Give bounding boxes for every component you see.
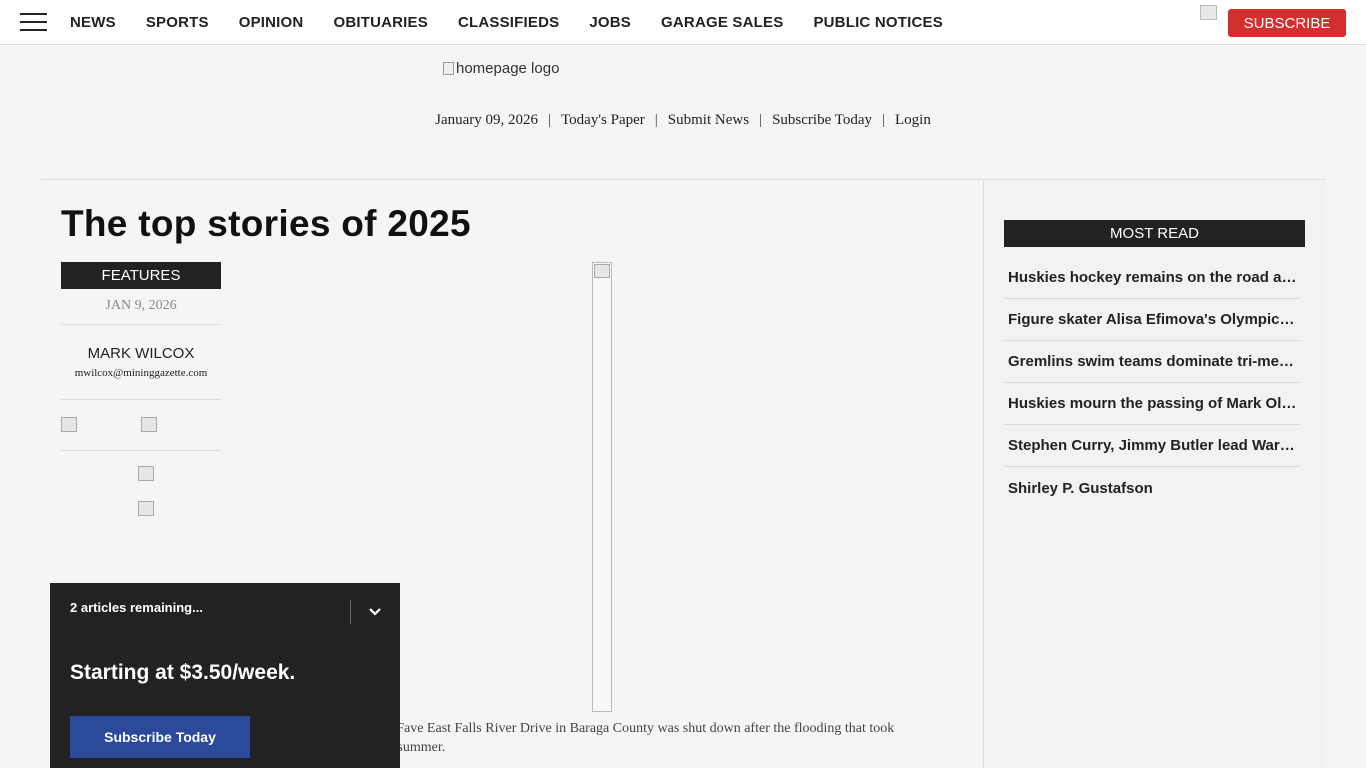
nav-classifieds[interactable]: CLASSIFIEDS (443, 14, 574, 31)
top-nav: NEWS SPORTS OPINION OBITUARIES CLASSIFIE… (0, 0, 1366, 45)
nav-links: NEWS SPORTS OPINION OBITUARIES CLASSIFIE… (55, 0, 958, 45)
paywall-subscribe-button[interactable]: Subscribe Today (70, 716, 250, 758)
most-read-header: MOST READ (1004, 220, 1305, 247)
divider (61, 324, 221, 325)
nav-garage-sales[interactable]: GARAGE SALES (646, 14, 798, 31)
nav-news[interactable]: NEWS (55, 14, 131, 31)
logo-alt-text: homepage logo (456, 60, 560, 77)
paywall-price: Starting at $3.50/week. (70, 661, 296, 684)
most-read-item[interactable]: Huskies hockey remains on the road after… (1004, 257, 1301, 299)
most-read-item[interactable]: Huskies mourn the passing of Mark Olson.… (1004, 383, 1301, 425)
nav-jobs[interactable]: JOBS (574, 14, 646, 31)
subscribe-button[interactable]: SUBSCRIBE (1228, 9, 1346, 37)
author-email[interactable]: mwilcox@mininggazette.com (61, 367, 221, 379)
most-read-item[interactable]: Gremlins swim teams dominate tri-meet... (1004, 341, 1301, 383)
paywall-box: 2 articles remaining... Starting at $3.5… (50, 583, 400, 768)
nav-obituaries[interactable]: OBITUARIES (318, 14, 443, 31)
articles-remaining: 2 articles remaining... (70, 600, 203, 615)
share-print-icon[interactable] (138, 501, 154, 516)
chevron-down-icon[interactable] (366, 603, 384, 621)
article-headline: The top stories of 2025 (61, 203, 471, 244)
article-date: JAN 9, 2026 (105, 298, 177, 313)
divider (61, 399, 221, 400)
utility-bar: January 09, 2026 | Today's Paper | Submit Ne… (435, 112, 931, 128)
broken-image-icon (443, 62, 454, 75)
nav-public-notices[interactable]: PUBLIC NOTICES (798, 14, 957, 31)
nav-sports[interactable]: SPORTS (131, 14, 224, 31)
broken-image-icon (594, 264, 610, 278)
article-image[interactable] (592, 262, 612, 712)
section-tag[interactable]: FEATURES (61, 262, 221, 289)
most-read-list: Huskies hockey remains on the road after… (1004, 257, 1301, 509)
login-link[interactable]: Login (895, 112, 931, 128)
masthead-date: January 09, 2026 (435, 112, 539, 128)
divider (350, 600, 351, 624)
todays-paper-link[interactable]: Today's Paper (561, 112, 645, 128)
most-read-item[interactable]: Stephen Curry, Jimmy Butler lead Warrior… (1004, 425, 1301, 467)
share-twitter-icon[interactable] (141, 417, 157, 432)
hamburger-menu-icon[interactable] (20, 13, 47, 32)
share-facebook-icon[interactable] (61, 417, 77, 432)
broken-image-icon[interactable] (1200, 5, 1217, 20)
image-caption: aFave East Falls River Drive in Baraga C… (390, 721, 895, 755)
author-name[interactable]: MARK WILCOX (61, 345, 221, 362)
most-read-item[interactable]: Shirley P. Gustafson (1004, 467, 1301, 509)
share-email-icon[interactable] (138, 466, 154, 481)
submit-news-link[interactable]: Submit News (668, 112, 749, 128)
homepage-logo[interactable]: homepage logo (443, 60, 559, 77)
divider (61, 450, 221, 451)
nav-opinion[interactable]: OPINION (224, 14, 319, 31)
subscribe-today-link[interactable]: Subscribe Today (772, 112, 872, 128)
most-read-item[interactable]: Figure skater Alisa Efimova's Olympic dr… (1004, 299, 1301, 341)
